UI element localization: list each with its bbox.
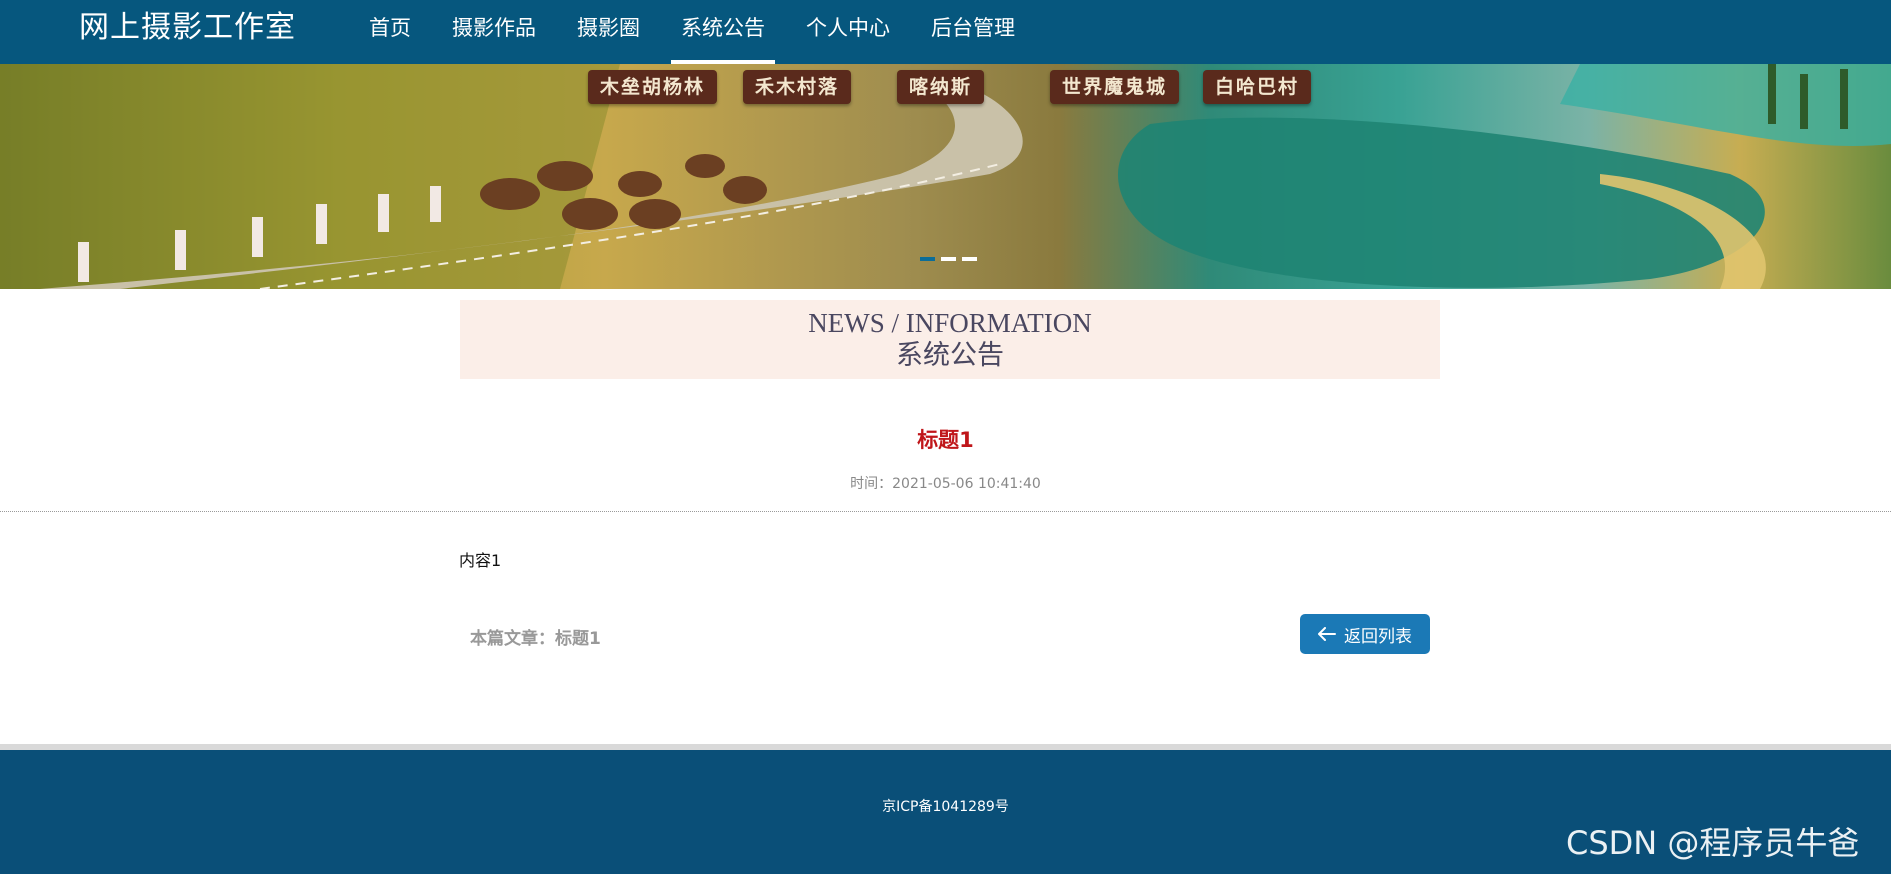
section-title-en: NEWS / INFORMATION bbox=[808, 308, 1092, 338]
main-nav: 首页 摄影作品 摄影圈 系统公告 个人中心 后台管理 bbox=[359, 0, 1046, 64]
article-content: 内容1 bbox=[459, 551, 502, 570]
article-time: 时间：2021-05-06 10:41:40 bbox=[850, 476, 1041, 492]
top-navigation-bar: 网上摄影工作室 首页 摄影作品 摄影圈 系统公告 个人中心 后台管理 bbox=[0, 0, 1891, 64]
section-title-cn: 系统公告 bbox=[896, 340, 1004, 370]
carousel-dot-1[interactable] bbox=[920, 257, 935, 261]
article-title: 标题1 bbox=[917, 428, 974, 452]
nav-item-photo-works[interactable]: 摄影作品 bbox=[442, 0, 546, 64]
banner-tag-ghost-city[interactable]: 世界魔鬼城 bbox=[1050, 70, 1180, 104]
divider bbox=[0, 511, 1891, 512]
nav-item-home[interactable]: 首页 bbox=[359, 0, 421, 64]
banner-tag-baihaba-village[interactable]: 白哈巴村 bbox=[1203, 70, 1312, 104]
carousel-indicators bbox=[920, 257, 977, 261]
nav-item-admin[interactable]: 后台管理 bbox=[921, 0, 1025, 64]
banner-carousel[interactable]: 木垒胡杨林 禾木村落 喀纳斯 世界魔鬼城 白哈巴村 bbox=[0, 64, 1891, 289]
site-title[interactable]: 网上摄影工作室 bbox=[79, 8, 296, 48]
carousel-dot-3[interactable] bbox=[962, 257, 977, 261]
nav-item-photo-circle[interactable]: 摄影圈 bbox=[567, 0, 650, 64]
nav-item-announcements[interactable]: 系统公告 bbox=[671, 0, 775, 64]
csdn-watermark: CSDN @程序员牛爸 bbox=[1566, 824, 1860, 862]
carousel-dot-2[interactable] bbox=[941, 257, 956, 261]
nav-item-personal-center[interactable]: 个人中心 bbox=[796, 0, 900, 64]
icp-record[interactable]: 京ICP备1041289号 bbox=[0, 796, 1891, 816]
banner-tag-mulei-huyang[interactable]: 木垒胡杨林 bbox=[588, 70, 718, 104]
banner-tag-kanas[interactable]: 喀纳斯 bbox=[897, 70, 985, 104]
banner-tag-hemu-village[interactable]: 禾木村落 bbox=[743, 70, 852, 104]
section-header: NEWS / INFORMATION 系统公告 bbox=[460, 300, 1440, 379]
arrow-left-icon bbox=[1318, 627, 1336, 641]
back-to-list-label: 返回列表 bbox=[1344, 626, 1412, 646]
current-article-label: 本篇文章：标题1 bbox=[470, 629, 601, 649]
back-to-list-button[interactable]: 返回列表 bbox=[1300, 614, 1430, 654]
